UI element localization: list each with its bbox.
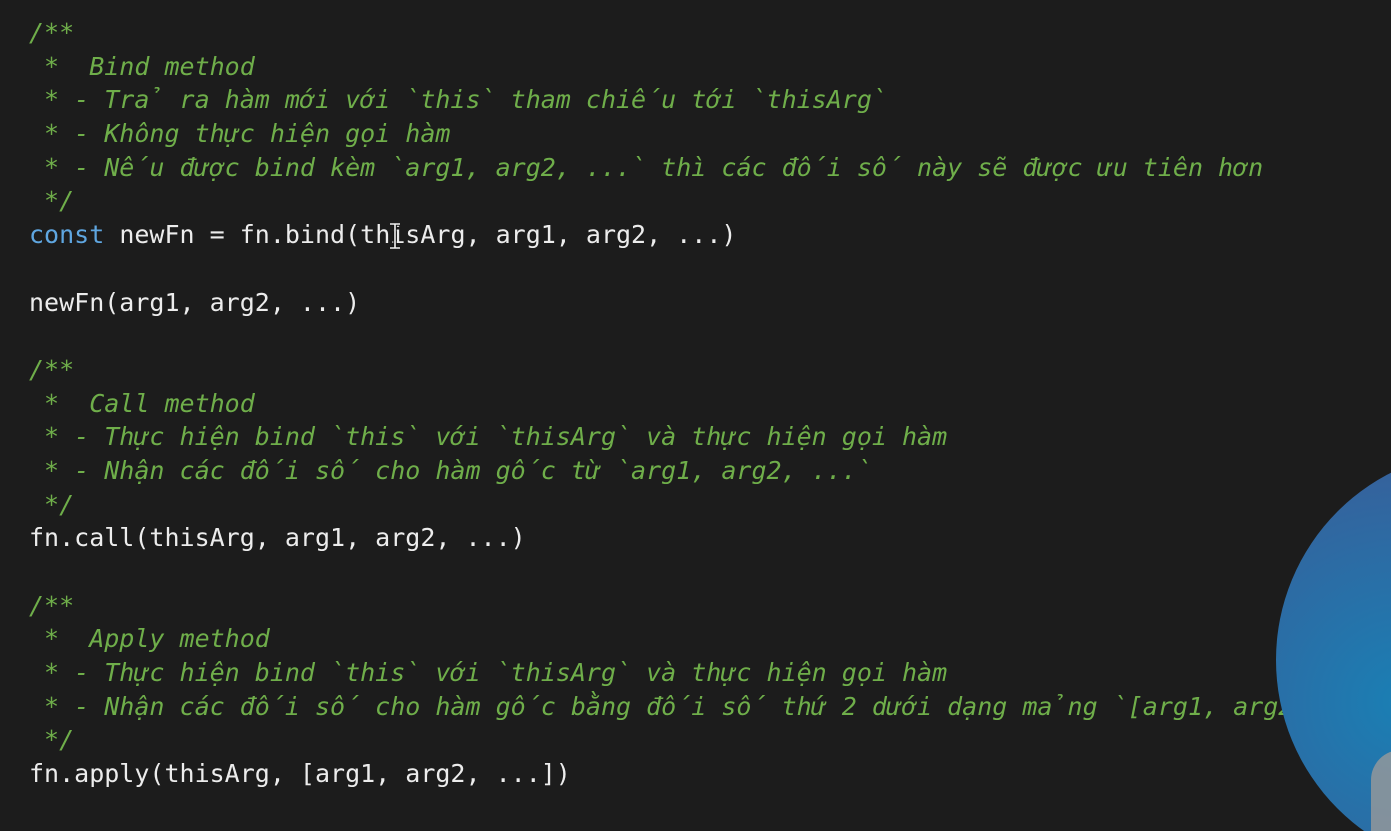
code-comment: */ [29,489,75,519]
code-comment: * Call method [29,388,255,418]
code-line[interactable]: /** [29,16,1391,50]
code-comment: * - Nhận các đối số cho hàm gốc từ `arg1… [29,455,872,485]
code-comment: * Bind method [29,51,255,81]
code-line[interactable]: */ [29,723,1391,757]
code-line[interactable]: fn.call(thisArg, arg1, arg2, ...) [29,521,1391,555]
code-line[interactable]: newFn(arg1, arg2, ...) [29,286,1391,320]
code-comment: * - Thực hiện bind `this` với `thisArg` … [29,658,948,688]
code-comment: * Apply method [29,624,270,654]
code-line[interactable]: /** [29,353,1391,387]
code-text: fn.apply(thisArg, [arg1, arg2, ...]) [29,759,571,789]
code-line[interactable]: * - Trả ra hàm mới với `this` tham chiếu… [29,83,1391,117]
code-content[interactable]: /** * Bind method * - Trả ra hàm mới với… [29,16,1391,791]
code-editor[interactable]: /** * Bind method * - Trả ra hàm mới với… [0,0,1391,831]
code-line[interactable] [29,555,1391,589]
code-keyword: const [29,220,105,250]
code-line[interactable]: * - Thực hiện bind `this` với `thisArg` … [29,656,1391,690]
webcam-person [1371,750,1391,831]
code-comment: */ [29,186,75,216]
code-line[interactable]: * - Nếu được bind kèm `arg1, arg2, ...` … [29,151,1391,185]
code-line[interactable]: * Call method [29,387,1391,421]
text-cursor-icon [388,223,402,249]
code-line[interactable]: * - Nhận các đối số cho hàm gốc từ `arg1… [29,454,1391,488]
code-text: fn.call(thisArg, arg1, arg2, ...) [29,523,526,553]
code-line[interactable]: */ [29,184,1391,218]
code-line[interactable]: fn.apply(thisArg, [arg1, arg2, ...]) [29,757,1391,791]
code-line[interactable]: */ [29,488,1391,522]
code-comment: /** [29,590,75,620]
code-line[interactable]: * - Thực hiện bind `this` với `thisArg` … [29,420,1391,454]
code-comment: * - Không thực hiện gọi hàm [29,119,451,149]
code-line[interactable] [29,319,1391,353]
code-comment: * - Thực hiện bind `this` với `thisArg` … [29,422,948,452]
code-comment: /** [29,354,75,384]
code-line[interactable]: * - Không thực hiện gọi hàm [29,117,1391,151]
code-comment: * - Trả ra hàm mới với `this` tham chiếu… [29,85,887,115]
code-line[interactable]: * Bind method [29,50,1391,84]
code-text: newFn(arg1, arg2, ...) [29,287,361,317]
code-comment: */ [29,725,75,755]
code-line[interactable]: /** [29,589,1391,623]
code-line[interactable]: const newFn = fn.bind(thisArg, arg1, arg… [29,218,1391,252]
code-line[interactable]: * Apply method [29,622,1391,656]
code-comment: * - Nếu được bind kèm `arg1, arg2, ...` … [29,152,1264,182]
code-text: newFn = fn.bind(thisArg, arg1, arg2, ...… [104,220,737,250]
code-line[interactable]: * - Nhận các đối số cho hàm gốc bằng đối… [29,690,1391,724]
code-comment: /** [29,18,75,47]
code-line[interactable] [29,252,1391,286]
code-comment: * - Nhận các đối số cho hàm gốc bằng đối… [29,691,1391,721]
